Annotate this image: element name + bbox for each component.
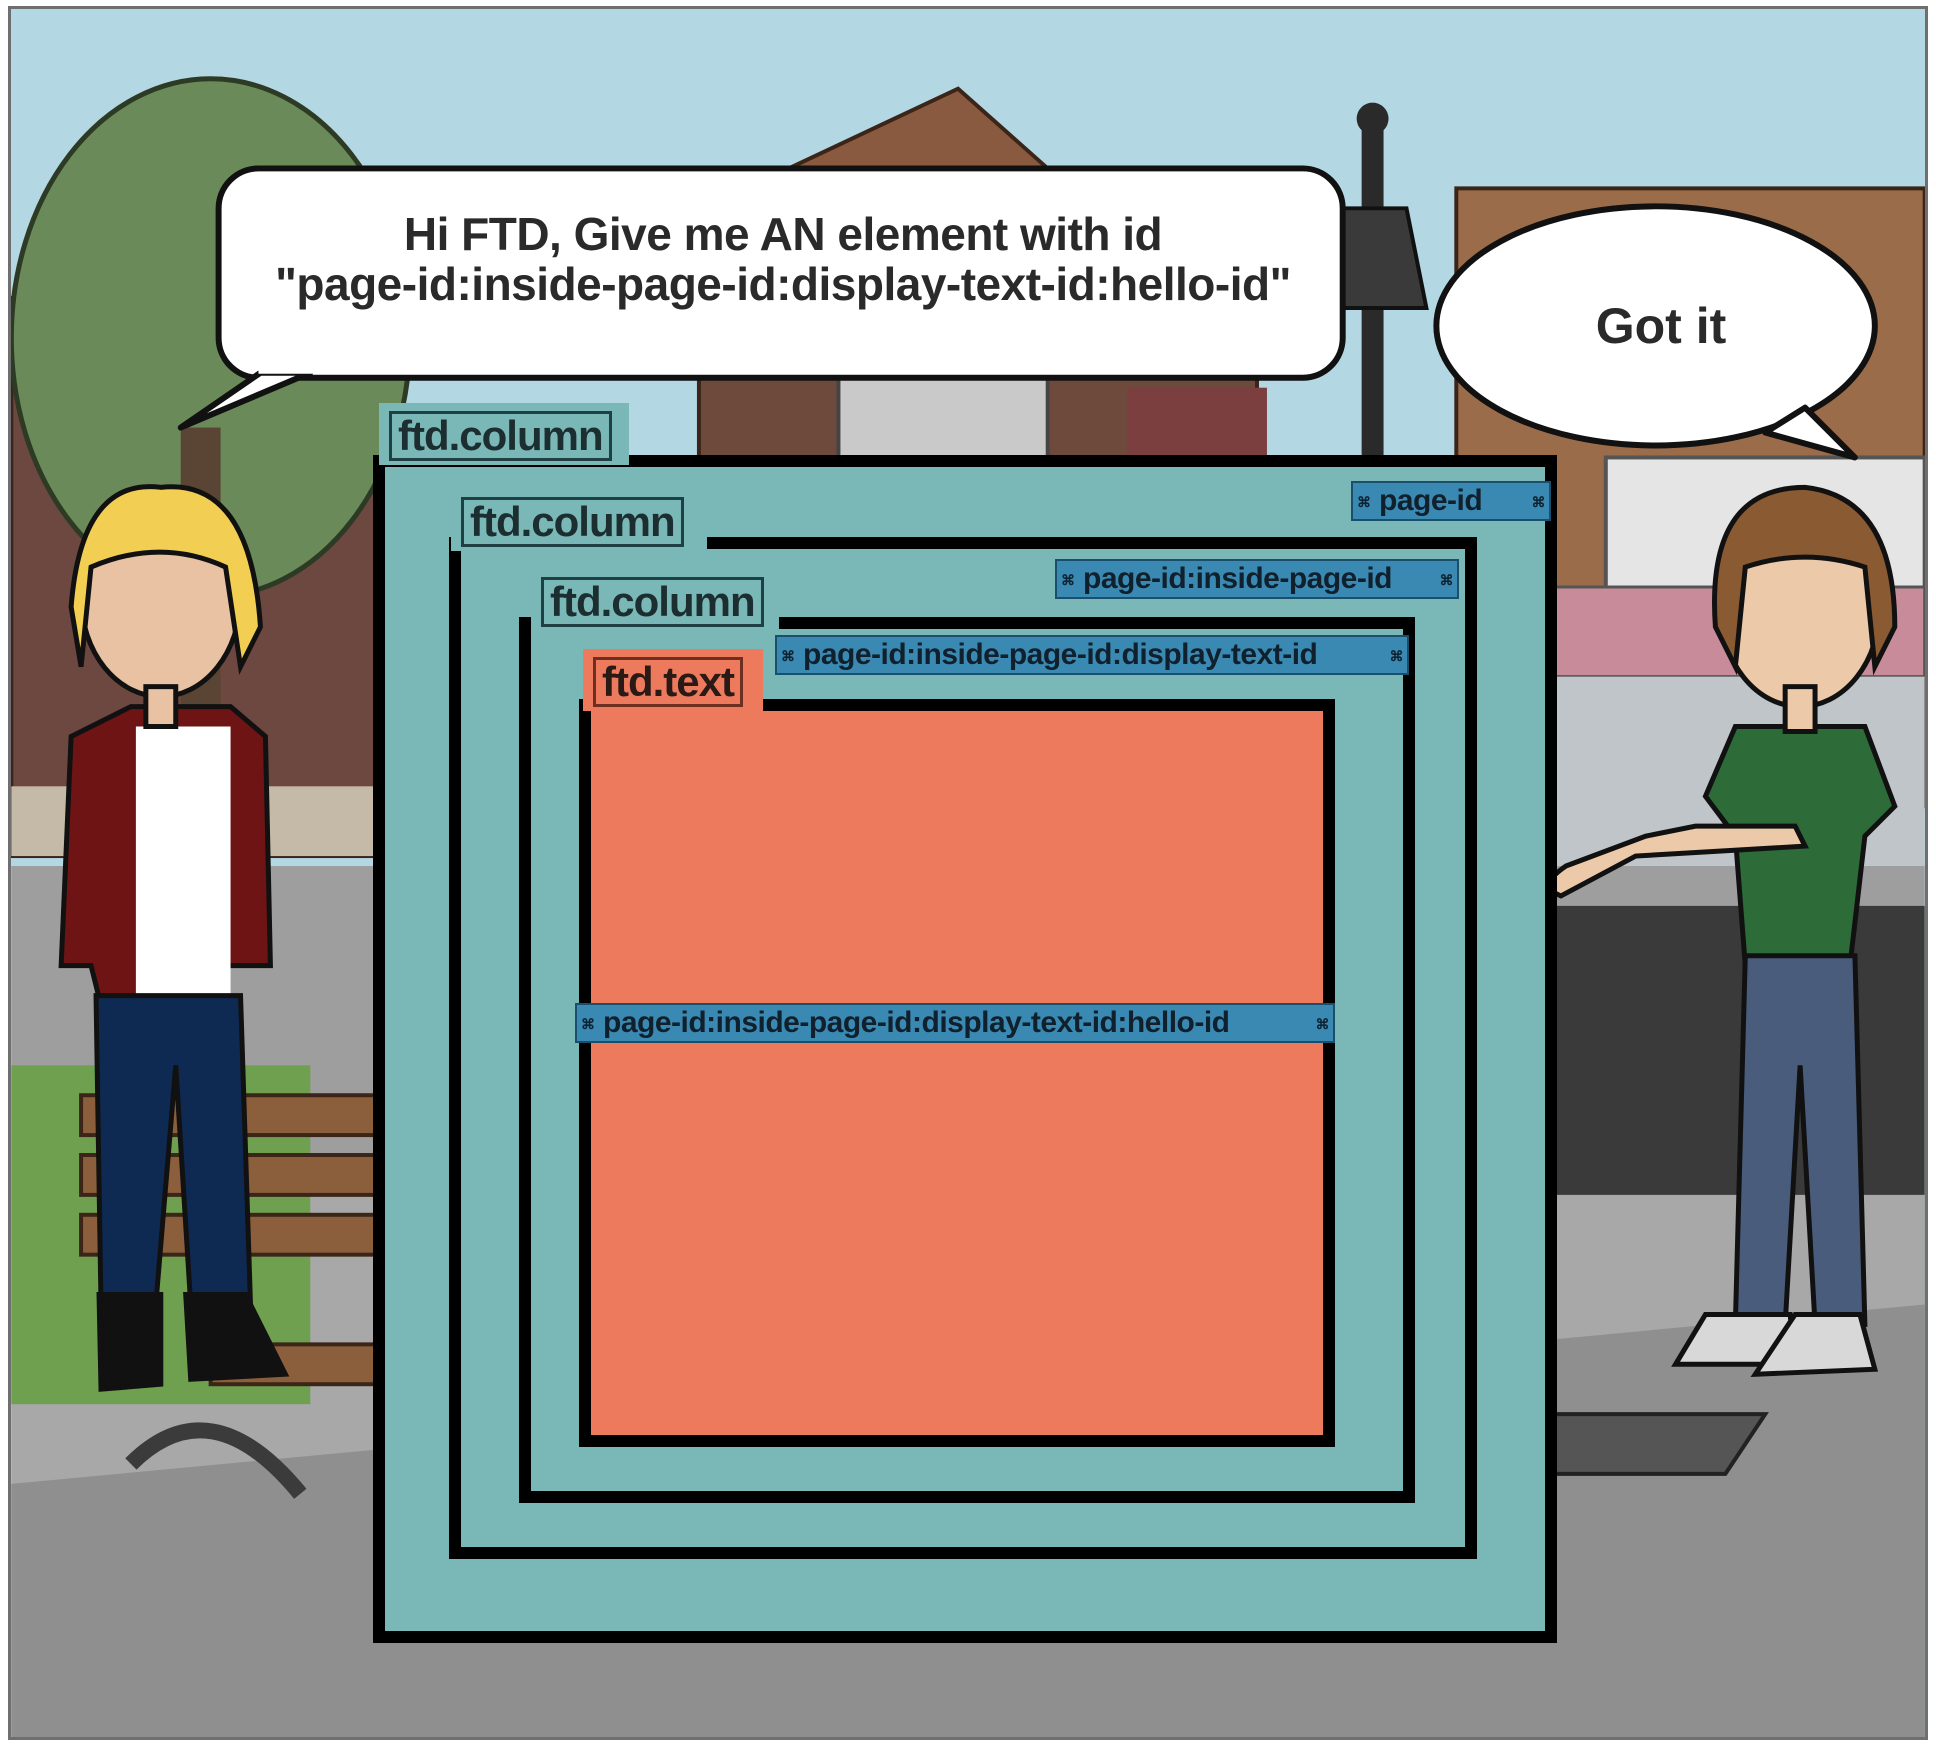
column-outer-label-text: ftd.column: [389, 411, 612, 461]
id-tag-inside-page-text: page-id:inside-page-id: [1083, 562, 1393, 595]
id-tag-hello-text: page-id:inside-page-id:display-text-id:h…: [603, 1006, 1230, 1039]
scroll-ornament-icon: ⌘: [1357, 494, 1371, 510]
id-tag-hello: ⌘ page-id:inside-page-id:display-text-id…: [575, 1003, 1335, 1043]
id-tag-display-text-text: page-id:inside-page-id:display-text-id: [803, 638, 1318, 671]
text-box[interactable]: [579, 699, 1335, 1447]
text-label: ftd.text: [583, 649, 763, 711]
scroll-ornament-icon: ⌘: [1315, 1016, 1330, 1032]
speech-left-line2: "page-id:inside-page-id:display-text-id:…: [275, 258, 1291, 310]
scroll-ornament-icon: ⌘: [1531, 494, 1546, 510]
id-tag-inside-page: ⌘ page-id:inside-page-id ⌘: [1055, 559, 1459, 599]
column-middle-label-text: ftd.column: [461, 497, 684, 547]
column-middle-label: ftd.column: [451, 489, 707, 551]
id-tag-page: ⌘ page-id ⌘: [1351, 481, 1551, 521]
column-inner-label: ftd.column: [531, 569, 779, 631]
speech-left-line1: Hi FTD, Give me AN element with id: [403, 208, 1163, 260]
speech-right-text: Got it: [1595, 298, 1727, 354]
text-label-text: ftd.text: [593, 657, 743, 707]
scroll-ornament-icon: ⌘: [1389, 648, 1404, 664]
scroll-ornament-icon: ⌘: [1439, 572, 1454, 588]
id-tag-display-text: ⌘ page-id:inside-page-id:display-text-id…: [775, 635, 1409, 675]
column-outer-label: ftd.column: [379, 403, 629, 465]
speech-left-text: Hi FTD, Give me AN element with id "page…: [223, 209, 1343, 309]
id-tag-page-text: page-id: [1379, 484, 1483, 517]
scroll-ornament-icon: ⌘: [581, 1016, 595, 1032]
scroll-ornament-icon: ⌘: [1061, 572, 1075, 588]
scroll-ornament-icon: ⌘: [781, 648, 795, 664]
column-inner-label-text: ftd.column: [541, 577, 764, 627]
comic-panel: Hi FTD, Give me AN element with id "page…: [8, 6, 1928, 1740]
